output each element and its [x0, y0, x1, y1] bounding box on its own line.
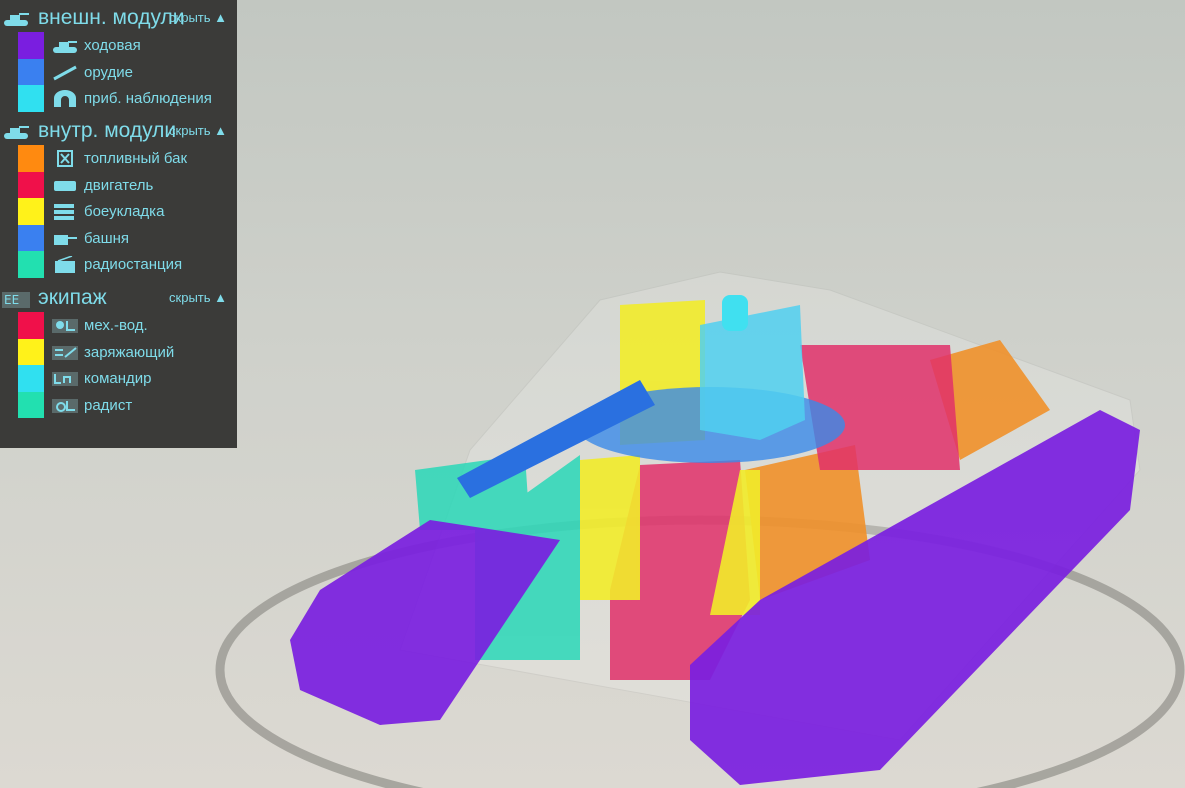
radio-icon	[55, 256, 75, 274]
hide-button[interactable]: скрыть ▲	[169, 290, 227, 305]
section-crew: EE экипаж скрыть ▲ мех.-вод. заряжающий …	[0, 284, 237, 419]
legend-item-chassis[interactable]: ходовая	[0, 32, 237, 59]
hide-button[interactable]: скрыть ▲	[169, 10, 227, 25]
hide-button[interactable]: скрыть ▲	[169, 123, 227, 138]
legend-item-driver[interactable]: мех.-вод.	[0, 312, 237, 339]
binoculars-icon	[54, 90, 76, 108]
section-title: внутр. модули	[38, 119, 177, 142]
color-swatch	[18, 365, 44, 392]
legend-label: боеукладка	[84, 203, 165, 221]
legend-item-ammo-rack[interactable]: боеукладка	[0, 198, 237, 225]
color-swatch	[18, 85, 44, 112]
legend-label: ходовая	[84, 37, 141, 54]
legend-label: орудие	[84, 63, 133, 81]
loader-icon	[52, 345, 78, 360]
color-swatch	[18, 145, 44, 172]
legend-panel: внешн. модули скрыть ▲ ходовая орудие пр…	[0, 0, 237, 448]
ammo-rack-icon	[54, 204, 74, 221]
legend-item-engine[interactable]: двигатель	[0, 171, 237, 199]
section-external-modules: внешн. модули скрыть ▲ ходовая орудие пр…	[0, 4, 237, 112]
chassis-icon	[53, 41, 77, 53]
fuel-tank-icon	[57, 150, 73, 167]
section-internal-modules: внутр. модули скрыть ▲ топливный бак дви…	[0, 117, 237, 278]
legend-item-loader[interactable]: заряжающий	[0, 338, 237, 366]
legend-label: приб. наблюдения	[84, 90, 212, 108]
legend-item-turret[interactable]: башня	[0, 224, 237, 252]
commander-icon	[52, 372, 78, 387]
tank-icon	[4, 13, 29, 26]
legend-label: радиостанция	[84, 256, 183, 274]
color-swatch	[18, 58, 44, 86]
legend-item-gun[interactable]: орудие	[0, 58, 237, 86]
color-swatch	[18, 312, 44, 339]
legend-label: мех.-вод.	[84, 317, 148, 334]
svg-text:EE: EE	[4, 293, 19, 307]
legend-item-commander[interactable]: командир	[0, 365, 237, 392]
color-swatch	[18, 224, 44, 252]
section-title: экипаж	[38, 286, 107, 309]
color-swatch	[18, 198, 44, 225]
color-swatch	[18, 32, 44, 59]
crew-icon: EE	[2, 292, 30, 308]
legend-label: командир	[84, 370, 152, 388]
legend-list: топливный бак двигатель боеукладка башня…	[0, 145, 237, 278]
legend-item-radio-operator[interactable]: радист	[0, 391, 237, 419]
engine-icon	[54, 180, 76, 191]
driver-icon	[52, 319, 78, 333]
gun-icon	[53, 65, 77, 80]
color-swatch	[18, 391, 44, 419]
legend-label: башня	[84, 229, 130, 247]
legend-item-observation[interactable]: приб. наблюдения	[0, 85, 237, 112]
turret-icon	[54, 234, 77, 245]
legend-label: заряжающий	[84, 343, 175, 361]
legend-list: ходовая орудие приб. наблюдения	[0, 32, 237, 112]
legend-label: радист	[84, 396, 133, 414]
tank-icon	[4, 126, 29, 139]
color-swatch	[18, 251, 44, 278]
legend-label: двигатель	[84, 176, 154, 194]
legend-item-fuel-tank[interactable]: топливный бак	[0, 145, 237, 172]
section-title: внешн. модули	[38, 6, 185, 29]
legend-list: мех.-вод. заряжающий командир радист	[0, 312, 237, 419]
radio-operator-icon	[52, 398, 78, 413]
legend-item-radio[interactable]: радиостанция	[0, 251, 237, 278]
legend-label: топливный бак	[84, 150, 188, 167]
color-swatch	[18, 338, 44, 366]
color-swatch	[18, 171, 44, 199]
